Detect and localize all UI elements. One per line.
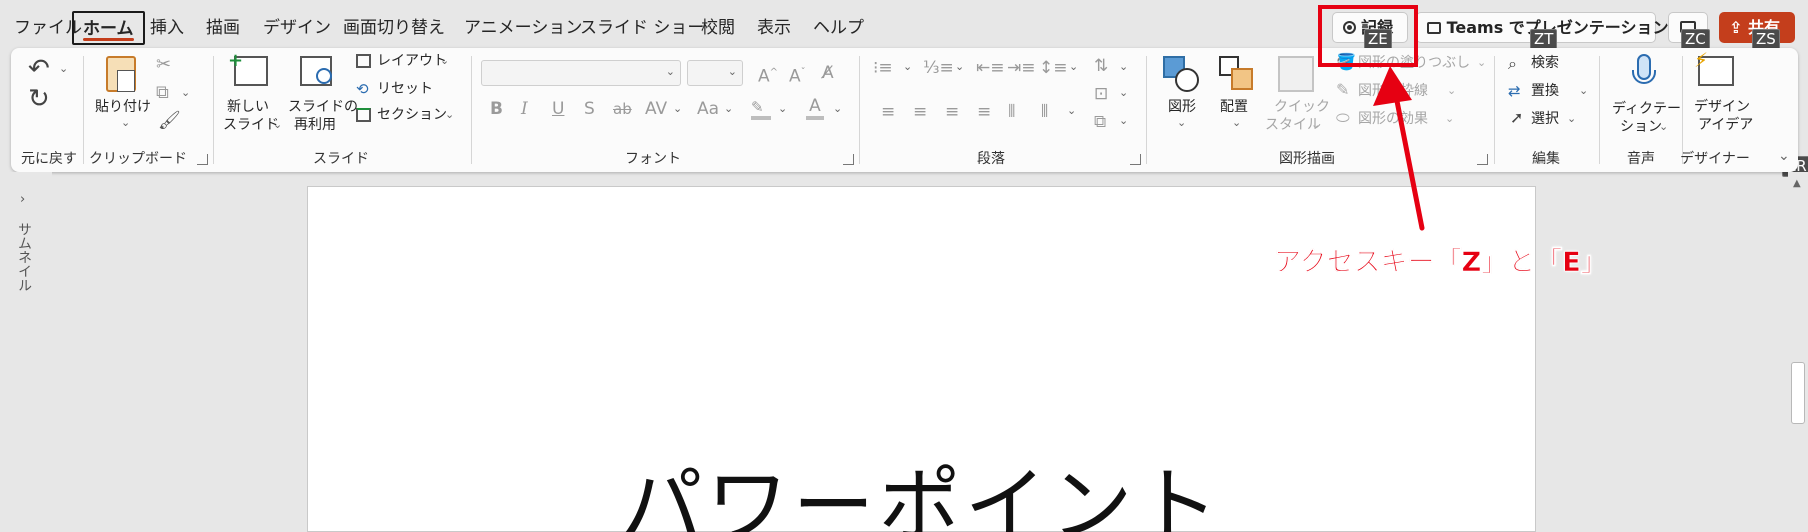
annotation-text: アクセスキー「Z」と「E」 xyxy=(1274,247,1608,279)
